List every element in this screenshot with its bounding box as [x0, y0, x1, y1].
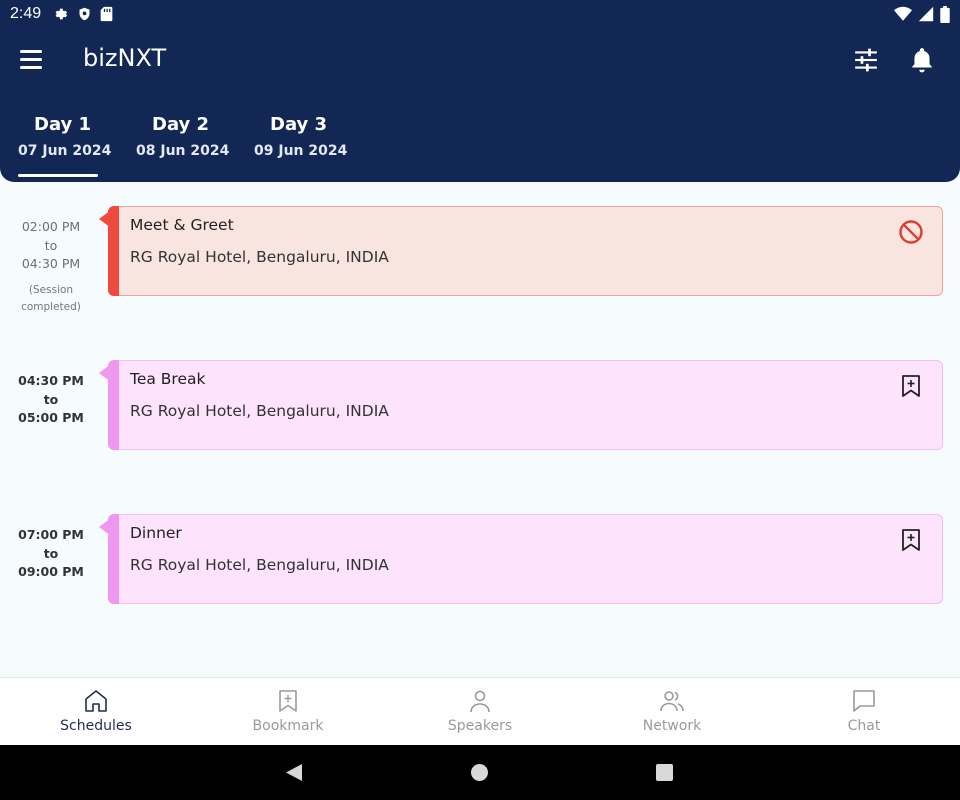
time-separator: to — [44, 237, 58, 253]
tab-day-1[interactable]: Day 1 07 Jun 2024 — [18, 114, 136, 180]
nav-label: Network — [642, 718, 702, 734]
blocked-button[interactable] — [898, 219, 924, 245]
time-separator: to — [43, 545, 59, 561]
card-stripe — [108, 206, 119, 296]
nav-chat[interactable]: Chat — [768, 678, 960, 745]
app-header: bizNXT Day 1 07 Jun 2024 Day 2 08 Jun 20… — [0, 28, 960, 182]
tab-day-label: Day 1 — [34, 114, 92, 135]
time-range: 07:00 PM to 09:00 PM — [14, 526, 88, 582]
session-card[interactable]: Meet & Greet RG Royal Hotel, Bengaluru, … — [99, 206, 943, 296]
nav-schedules[interactable]: Schedules — [0, 678, 192, 745]
nav-label: Chat — [847, 718, 881, 734]
session-card[interactable]: Dinner RG Royal Hotel, Bengaluru, INDIA — [99, 514, 943, 604]
tab-day-label: Day 2 — [152, 114, 210, 135]
hamburger-icon-line — [20, 58, 42, 61]
nav-bookmark[interactable]: Bookmark — [192, 678, 384, 745]
card-stripe — [108, 514, 119, 604]
day-tabs: Day 1 07 Jun 2024 Day 2 08 Jun 2024 Day … — [18, 114, 372, 180]
tab-date-label: 09 Jun 2024 — [254, 143, 348, 159]
signal-icon — [918, 6, 934, 22]
system-navigation-bar — [0, 745, 960, 800]
tab-date-label: 08 Jun 2024 — [136, 143, 230, 159]
add-bookmark-button[interactable] — [898, 373, 924, 399]
tab-day-label: Day 3 — [270, 114, 328, 135]
sd-card-icon — [100, 6, 113, 22]
start-time: 07:00 PM — [18, 527, 84, 542]
start-time: 04:30 PM — [18, 373, 84, 388]
status-bar: 2:49 — [0, 0, 960, 28]
time-range: 02:00 PM to 04:30 PM (Session completed) — [14, 218, 88, 316]
wifi-icon — [894, 6, 912, 21]
hamburger-icon-line — [20, 66, 42, 69]
start-time: 02:00 PM — [21, 219, 81, 234]
active-tab-indicator — [18, 174, 98, 177]
notifications-button[interactable] — [909, 46, 935, 74]
end-time: 05:00 PM — [18, 410, 84, 425]
session-venue: RG Royal Hotel, Bengaluru, INDIA — [130, 556, 389, 574]
sliders-icon — [855, 48, 877, 72]
status-time: 2:49 — [10, 5, 42, 22]
bookmark-add-icon — [902, 529, 920, 551]
back-icon[interactable] — [285, 763, 303, 782]
session-status: (Session completed) — [21, 283, 81, 313]
settings-gear-icon — [55, 8, 68, 20]
nav-label: Schedules — [60, 718, 132, 734]
session-title: Dinner — [130, 524, 182, 542]
home-circle-icon[interactable] — [471, 764, 488, 781]
nav-network[interactable]: Network — [576, 678, 768, 745]
nav-label: Bookmark — [252, 718, 324, 734]
people-icon — [660, 691, 684, 712]
blocked-icon — [899, 220, 923, 244]
schedule-list: 02:00 PM to 04:30 PM (Session completed)… — [0, 182, 960, 677]
nav-label: Speakers — [447, 718, 513, 734]
app-title: bizNXT — [83, 44, 167, 72]
card-stripe — [108, 360, 119, 450]
end-time: 09:00 PM — [18, 564, 84, 579]
menu-button[interactable] — [20, 50, 44, 70]
bookmark-add-icon — [902, 375, 920, 397]
bottom-navigation: Schedules Bookmark Speakers Network Chat — [0, 677, 960, 745]
session-venue: RG Royal Hotel, Bengaluru, INDIA — [130, 248, 389, 266]
time-separator: to — [43, 391, 59, 407]
home-icon — [85, 690, 107, 712]
filter-button[interactable] — [853, 47, 879, 73]
battery-icon — [940, 5, 950, 23]
session-card[interactable]: Tea Break RG Royal Hotel, Bengaluru, IND… — [99, 360, 943, 450]
time-range: 04:30 PM to 05:00 PM — [14, 372, 88, 428]
tab-day-3[interactable]: Day 3 09 Jun 2024 — [254, 114, 372, 180]
nav-speakers[interactable]: Speakers — [384, 678, 576, 745]
chat-icon — [853, 690, 875, 712]
session-venue: RG Royal Hotel, Bengaluru, INDIA — [130, 402, 389, 420]
end-time: 04:30 PM — [21, 256, 81, 271]
session-title: Meet & Greet — [130, 216, 234, 234]
add-bookmark-button[interactable] — [898, 527, 924, 553]
tab-date-label: 07 Jun 2024 — [18, 143, 112, 159]
session-title: Tea Break — [130, 370, 206, 388]
tab-day-2[interactable]: Day 2 08 Jun 2024 — [136, 114, 254, 180]
person-icon — [470, 690, 490, 713]
bookmark-icon — [279, 690, 297, 712]
hamburger-icon — [20, 50, 42, 53]
shield-icon — [79, 7, 90, 21]
bell-icon — [912, 48, 932, 73]
recents-square-icon[interactable] — [656, 764, 673, 781]
